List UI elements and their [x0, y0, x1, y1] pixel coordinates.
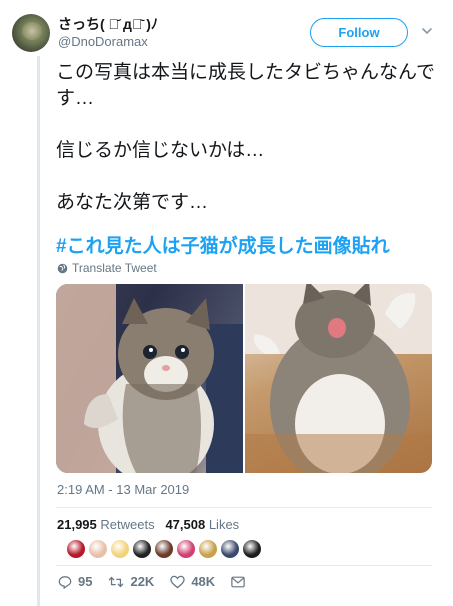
tweet-timestamp[interactable]: 2:19 AM - 13 Mar 2019 [57, 482, 189, 497]
globe-icon [57, 263, 68, 273]
engagement-stats: 21,995 Retweets 47,508 Likes [57, 517, 239, 532]
liker-avatar[interactable] [88, 539, 108, 559]
likes-label[interactable]: Likes [209, 517, 239, 532]
display-name[interactable]: さっち( ･᷄ д･᷅ )ﾉ [58, 15, 158, 33]
retweet-button[interactable]: 22K [108, 574, 154, 589]
thread-line [37, 56, 40, 606]
retweets-label[interactable]: Retweets [100, 517, 154, 532]
heart-icon [170, 575, 186, 588]
grown-cat-photo[interactable] [245, 284, 432, 473]
likers-avatars [66, 539, 264, 559]
translate-tweet-link[interactable]: Translate Tweet [57, 261, 157, 275]
liker-avatar[interactable] [110, 539, 130, 559]
retweet-action-count: 22K [130, 574, 155, 589]
like-count[interactable]: 47,508 [165, 517, 205, 532]
liker-avatar[interactable] [132, 539, 152, 559]
reply-count: 95 [78, 574, 93, 589]
liker-avatar[interactable] [198, 539, 218, 559]
reply-icon [58, 575, 72, 589]
like-action-count: 48K [191, 574, 216, 589]
envelope-icon [231, 576, 245, 587]
reply-button[interactable]: 95 [58, 574, 92, 589]
tweet-header: さっち( ･᷄ д･᷅ )ﾉ @DnoDoramax Follow [12, 10, 442, 56]
follow-button[interactable]: Follow [310, 18, 408, 47]
tweet-line-1: この写真は本当に成長したタビちゃんなんです… [56, 62, 436, 109]
user-names: さっち( ･᷄ д･᷅ )ﾉ @DnoDoramax [58, 15, 158, 50]
like-button[interactable]: 48K [170, 574, 215, 589]
retweet-icon [109, 576, 124, 587]
liker-avatar[interactable] [154, 539, 174, 559]
avatar[interactable] [12, 14, 50, 52]
media-grid [56, 284, 432, 473]
tweet-line-3: あなた次第です… [56, 192, 209, 213]
translate-label: Translate Tweet [72, 261, 157, 275]
divider [56, 507, 432, 508]
liker-avatar[interactable] [66, 539, 86, 559]
tweet-actions: 95 22K 48K [58, 574, 267, 589]
retweet-count[interactable]: 21,995 [57, 517, 97, 532]
kitten-photo[interactable] [56, 284, 243, 473]
liker-avatar[interactable] [220, 539, 240, 559]
user-handle[interactable]: @DnoDoramax [58, 33, 158, 50]
tweet-text: この写真は本当に成長したタビちゃんなんです… 信じるか信じないかは… あなた次第… [56, 60, 436, 260]
chevron-down-icon[interactable] [420, 24, 434, 38]
tweet-line-2: 信じるか信じないかは… [56, 140, 265, 161]
liker-avatar[interactable] [242, 539, 262, 559]
direct-message-button[interactable] [231, 576, 251, 588]
divider [56, 565, 432, 566]
liker-avatar[interactable] [176, 539, 196, 559]
hashtag-link[interactable]: #これ見た人は子猫が成長した画像貼れ [56, 234, 436, 260]
